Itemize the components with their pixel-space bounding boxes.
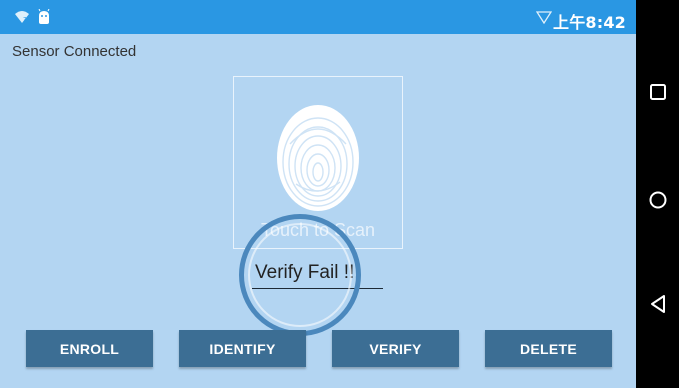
back-button[interactable] — [646, 292, 670, 316]
app-area: ? 上午8:42 Sensor Connected Touch to Scan … — [0, 0, 636, 388]
home-button[interactable] — [646, 188, 670, 212]
scan-label: Touch to Scan — [260, 220, 376, 240]
enroll-button[interactable]: ENROLL — [26, 330, 153, 367]
signal-icon — [536, 11, 552, 24]
fingerprint-scan-area[interactable]: Touch to Scan — [233, 76, 403, 249]
status-bar: ? 上午8:42 — [0, 0, 636, 34]
wifi-icon: ? — [15, 11, 29, 24]
navigation-bar — [636, 0, 679, 388]
status-time: 上午8:42 — [553, 13, 626, 32]
sensor-status-text: Sensor Connected — [12, 43, 137, 60]
result-text: Verify Fail !!! — [255, 262, 360, 283]
verify-button[interactable]: VERIFY — [332, 330, 459, 367]
home-circle-icon — [649, 191, 667, 209]
back-triangle-icon — [651, 295, 665, 313]
device-screen: ? 上午8:42 Sensor Connected Touch to Scan … — [0, 0, 679, 388]
identify-button[interactable]: IDENTIFY — [179, 330, 306, 367]
svg-text:?: ? — [23, 16, 27, 24]
delete-button[interactable]: DELETE — [485, 330, 612, 367]
android-icon — [38, 9, 50, 24]
recents-button[interactable] — [646, 80, 670, 104]
recents-square-icon — [650, 84, 666, 100]
result-underline — [252, 288, 383, 289]
fingerprint-icon — [277, 105, 359, 211]
